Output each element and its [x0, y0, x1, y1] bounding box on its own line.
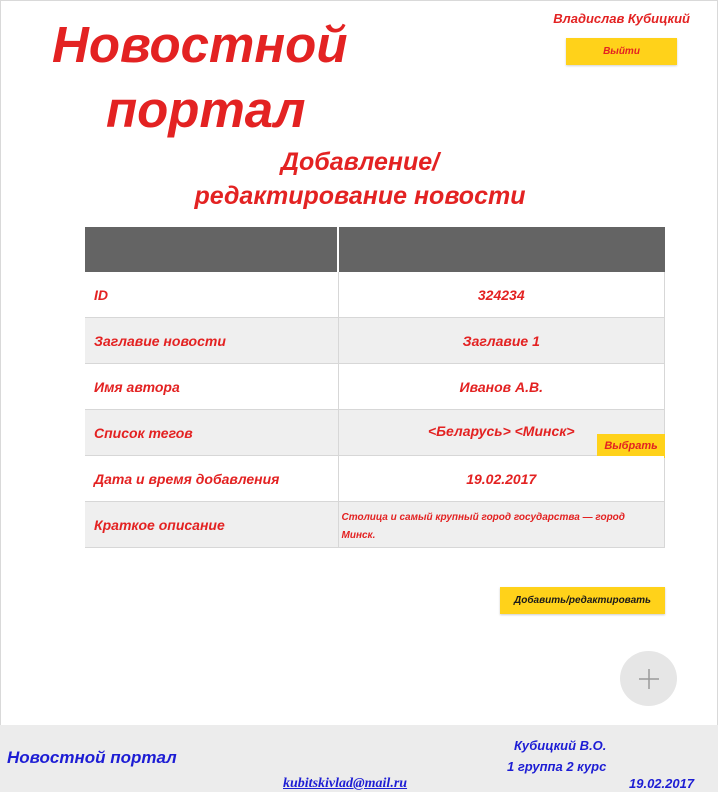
row-date: Дата и время добавления 19.02.2017: [85, 455, 665, 502]
field-label-description: Краткое описание: [85, 501, 339, 548]
page-heading: Добавление/ редактирование новости: [140, 145, 580, 213]
row-author: Имя автора Иванов А.В.: [85, 363, 665, 410]
field-label-date: Дата и время добавления: [85, 455, 339, 502]
table-header-row: [85, 227, 665, 272]
tags-text: <Беларусь> <Минск>: [427, 422, 575, 439]
field-label-author: Имя автора: [85, 363, 339, 410]
username: Владислав Кубицкий: [553, 11, 690, 26]
field-value-tags[interactable]: <Беларусь> <Минск> Выбрать: [338, 409, 665, 458]
row-tags: Список тегов <Беларусь> <Минск> Выбрать: [85, 409, 665, 458]
site-title: Новостной портал: [52, 12, 392, 142]
description-text: Столица и самый крупный город государств…: [341, 511, 625, 541]
field-value-title[interactable]: Заглавие 1: [338, 317, 665, 364]
plus-icon: [638, 668, 659, 689]
footer-group: 1 группа 2 курс: [507, 759, 607, 774]
field-label-title: Заглавие новости: [85, 317, 339, 364]
logout-button[interactable]: Выйти: [566, 38, 677, 65]
footer-author: Кубицкий В.О.: [514, 738, 607, 753]
field-value-author[interactable]: Иванов А.В.: [338, 363, 665, 410]
add-edit-button[interactable]: Добавить/редактировать: [500, 587, 665, 614]
add-fab-button[interactable]: [620, 651, 677, 706]
page-heading-line2: редактирование новости: [194, 182, 526, 210]
footer-email-link[interactable]: kubitskivlad@mail.ru: [283, 776, 407, 792]
news-form-table: ID 324234 Заглавие новости Заглавие 1 Им…: [85, 227, 665, 548]
row-title: Заглавие новости Заглавие 1: [85, 317, 665, 364]
site-title-line2: портал: [106, 81, 306, 138]
footer-date: 19.02.2017: [629, 776, 695, 791]
field-label-tags: Список тегов: [85, 409, 339, 456]
row-id: ID 324234: [85, 272, 665, 318]
row-description: Краткое описание Столица и самый крупный…: [85, 501, 665, 548]
site-title-line1: Новостной: [52, 16, 348, 73]
choose-tags-button[interactable]: Выбрать: [597, 434, 665, 458]
footer: Новостной портал Кубицкий В.О. 1 группа …: [0, 725, 718, 792]
table-header-cell-value: [338, 227, 665, 272]
table-header-cell-label: [85, 227, 339, 272]
field-label-id: ID: [85, 272, 339, 318]
page-heading-line1: Добавление/: [280, 148, 440, 176]
field-value-description[interactable]: Столица и самый крупный город государств…: [338, 501, 665, 548]
footer-title: Новостной портал: [7, 748, 177, 767]
field-value-date[interactable]: 19.02.2017: [338, 455, 665, 502]
field-value-id[interactable]: 324234: [338, 272, 665, 318]
